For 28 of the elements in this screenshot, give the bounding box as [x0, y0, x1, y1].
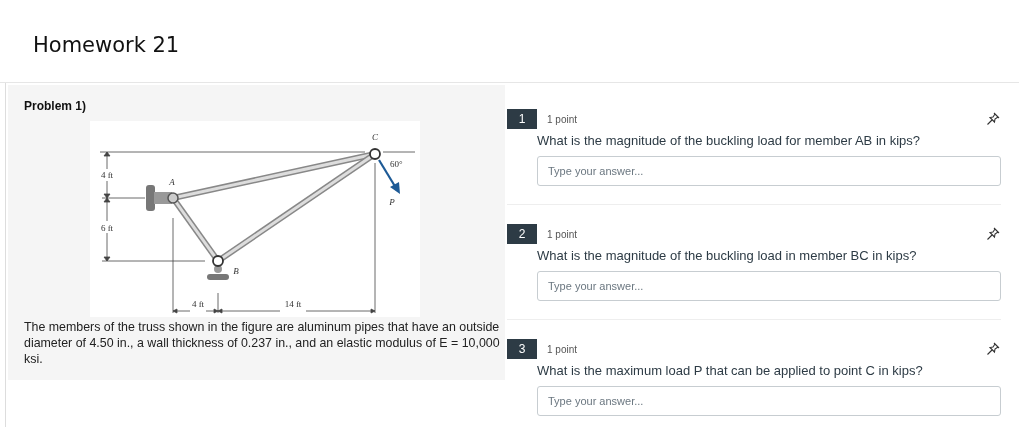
question-points: 1 point: [546, 343, 578, 355]
question-number: 2: [507, 224, 537, 244]
dimension-label: 4 ft: [191, 299, 205, 309]
dimension-label: 14 ft: [284, 299, 302, 309]
answer-field[interactable]: Type your answer...: [537, 386, 1001, 416]
answer-field[interactable]: Type your answer...: [537, 271, 1001, 301]
pin-icon[interactable]: [986, 112, 1000, 126]
dimension-label: 4 ft: [100, 170, 114, 180]
question-text: What is the magnitude of the buckling load for member AB in kips?: [537, 133, 921, 148]
question-number: 3: [507, 339, 537, 359]
pin-icon[interactable]: [986, 342, 1000, 356]
question-number: 1: [507, 109, 537, 129]
force-label: P: [389, 197, 395, 207]
question-text: What is the maximum load P that can be applied to point C in kips?: [537, 363, 924, 378]
point-label: C: [372, 132, 378, 142]
dimension-label: 6 ft: [100, 223, 114, 233]
question-points: 1 point: [546, 113, 578, 125]
answer-field[interactable]: Type your answer...: [537, 156, 1001, 186]
angle-label: 60°: [390, 159, 403, 169]
problem-description: The members of the truss shown in the figure are aluminum pipes that have an outside diameter of 4.50 in., a wall thickness of 0.237 in., and an elastic modulus of E = 10,000 ksi.: [24, 319, 501, 367]
question-text: What is the magnitude of the buckling load in member BC in kips?: [537, 248, 918, 263]
force-arrow: [378, 159, 400, 194]
page-title: Homework 21: [33, 32, 180, 57]
point-label: A: [169, 177, 175, 187]
pin-icon[interactable]: [986, 227, 1000, 241]
point-label: B: [233, 266, 239, 276]
question-points: 1 point: [546, 228, 578, 240]
problem-heading: Problem 1): [24, 99, 87, 113]
